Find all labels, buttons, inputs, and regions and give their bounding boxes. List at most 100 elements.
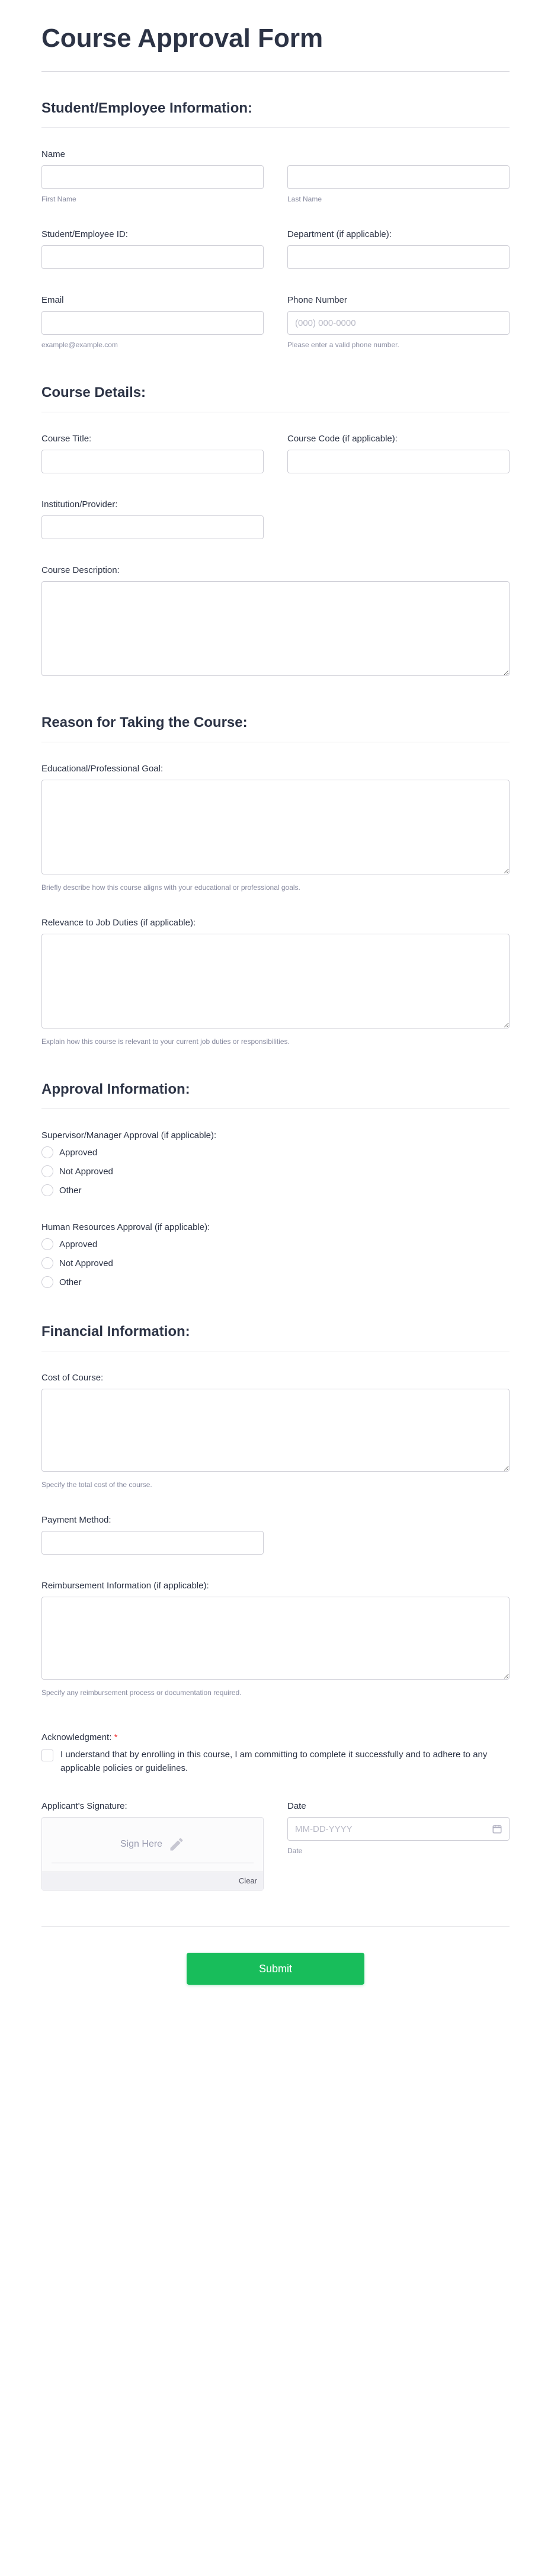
- submit-button[interactable]: Submit: [187, 1953, 364, 1985]
- department-label: Department (if applicable):: [287, 229, 510, 239]
- field-email: Email example@example.com: [41, 295, 264, 349]
- date-label: Date: [287, 1801, 510, 1811]
- reimbursement-sublabel: Specify any reimbursement process or doc…: [41, 1689, 510, 1697]
- section-heading-student: Student/Employee Information:: [41, 100, 510, 128]
- course-code-label: Course Code (if applicable):: [287, 434, 510, 444]
- field-reimbursement: Reimbursement Information (if applicable…: [41, 1581, 510, 1697]
- field-payment: Payment Method:: [41, 1515, 276, 1555]
- section-financial: Financial Information: Cost of Course: S…: [41, 1324, 510, 1697]
- radio-icon: [41, 1146, 53, 1158]
- phone-input[interactable]: [287, 311, 510, 335]
- page-title: Course Approval Form: [41, 24, 510, 53]
- date-input[interactable]: [287, 1817, 510, 1841]
- institution-label: Institution/Provider:: [41, 499, 264, 510]
- checkbox-icon: [41, 1750, 53, 1761]
- course-desc-textarea[interactable]: [41, 581, 510, 676]
- cost-sublabel: Specify the total cost of the course.: [41, 1481, 510, 1489]
- hr-label: Human Resources Approval (if applicable)…: [41, 1222, 510, 1232]
- goal-label: Educational/Professional Goal:: [41, 764, 510, 774]
- cost-textarea[interactable]: [41, 1389, 510, 1472]
- student-id-input[interactable]: [41, 245, 264, 269]
- field-course-code: Course Code (if applicable):: [287, 434, 510, 473]
- field-goal: Educational/Professional Goal: Briefly d…: [41, 764, 510, 892]
- radio-icon: [41, 1257, 53, 1269]
- section-heading-course: Course Details:: [41, 385, 510, 412]
- name-label: Name: [41, 149, 510, 159]
- institution-input[interactable]: [41, 515, 264, 539]
- radio-hr-not-approved[interactable]: Not Approved: [41, 1257, 510, 1269]
- radio-icon: [41, 1184, 53, 1196]
- calendar-icon: [492, 1824, 502, 1834]
- payment-label: Payment Method:: [41, 1515, 264, 1525]
- field-phone: Phone Number Please enter a valid phone …: [287, 295, 510, 349]
- reimbursement-textarea[interactable]: [41, 1597, 510, 1680]
- field-date: Date Date: [287, 1801, 510, 1891]
- submit-row: Submit: [41, 1926, 510, 1985]
- last-name-sublabel: Last Name: [287, 195, 510, 203]
- course-title-input[interactable]: [41, 450, 264, 473]
- radio-label: Approved: [59, 1148, 97, 1158]
- email-input[interactable]: [41, 311, 264, 335]
- relevance-label: Relevance to Job Duties (if applicable):: [41, 918, 510, 928]
- signature-label: Applicant's Signature:: [41, 1801, 264, 1811]
- ack-text: I understand that by enrolling in this c…: [60, 1748, 510, 1775]
- radio-hr-other[interactable]: Other: [41, 1276, 510, 1288]
- field-department: Department (if applicable):: [287, 229, 510, 269]
- field-course-desc: Course Description:: [41, 565, 510, 679]
- student-id-label: Student/Employee ID:: [41, 229, 264, 239]
- section-heading-financial: Financial Information:: [41, 1324, 510, 1351]
- goal-textarea[interactable]: [41, 780, 510, 874]
- radio-sup-not-approved[interactable]: Not Approved: [41, 1165, 510, 1177]
- cost-label: Cost of Course:: [41, 1373, 510, 1383]
- email-label: Email: [41, 295, 264, 305]
- field-acknowledgment: Acknowledgment: * I understand that by e…: [41, 1732, 510, 1775]
- section-heading-reason: Reason for Taking the Course:: [41, 715, 510, 742]
- payment-input[interactable]: [41, 1531, 264, 1555]
- radio-label: Not Approved: [59, 1258, 113, 1268]
- goal-sublabel: Briefly describe how this course aligns …: [41, 883, 510, 892]
- relevance-textarea[interactable]: [41, 934, 510, 1029]
- radio-label: Other: [59, 1186, 82, 1196]
- radio-sup-other[interactable]: Other: [41, 1184, 510, 1196]
- radio-sup-approved[interactable]: Approved: [41, 1146, 510, 1158]
- field-name: Name First Name Last Name: [41, 149, 510, 203]
- radio-icon: [41, 1238, 53, 1250]
- radio-hr-approved[interactable]: Approved: [41, 1238, 510, 1250]
- field-relevance: Relevance to Job Duties (if applicable):…: [41, 918, 510, 1046]
- field-institution: Institution/Provider:: [41, 499, 276, 539]
- field-hr-approval: Human Resources Approval (if applicable)…: [41, 1222, 510, 1288]
- radio-label: Approved: [59, 1239, 97, 1249]
- clear-signature-button[interactable]: Clear: [239, 1876, 257, 1885]
- section-reason: Reason for Taking the Course: Educationa…: [41, 715, 510, 1046]
- field-cost: Cost of Course: Specify the total cost o…: [41, 1373, 510, 1489]
- email-sublabel: example@example.com: [41, 341, 264, 349]
- course-code-input[interactable]: [287, 450, 510, 473]
- ack-label: Acknowledgment: *: [41, 1732, 510, 1742]
- radio-icon: [41, 1276, 53, 1288]
- section-course-details: Course Details: Course Title: Course Cod…: [41, 385, 510, 679]
- phone-sublabel: Please enter a valid phone number.: [287, 341, 510, 349]
- sign-here-text: Sign Here: [120, 1839, 162, 1850]
- reimbursement-label: Reimbursement Information (if applicable…: [41, 1581, 510, 1591]
- last-name-input[interactable]: [287, 165, 510, 189]
- section-signature: Acknowledgment: * I understand that by e…: [41, 1732, 510, 1891]
- supervisor-label: Supervisor/Manager Approval (if applicab…: [41, 1130, 510, 1140]
- section-heading-approval: Approval Information:: [41, 1081, 510, 1109]
- signature-pad[interactable]: Sign Here Clear: [41, 1817, 264, 1891]
- radio-label: Not Approved: [59, 1167, 113, 1177]
- first-name-sublabel: First Name: [41, 195, 264, 203]
- field-supervisor-approval: Supervisor/Manager Approval (if applicab…: [41, 1130, 510, 1196]
- department-input[interactable]: [287, 245, 510, 269]
- field-student-id: Student/Employee ID:: [41, 229, 264, 269]
- course-desc-label: Course Description:: [41, 565, 510, 575]
- pen-icon: [168, 1836, 185, 1853]
- title-divider: [41, 71, 510, 72]
- phone-label: Phone Number: [287, 295, 510, 305]
- course-title-label: Course Title:: [41, 434, 264, 444]
- ack-checkbox-row[interactable]: I understand that by enrolling in this c…: [41, 1748, 510, 1775]
- section-student-info: Student/Employee Information: Name First…: [41, 100, 510, 349]
- first-name-input[interactable]: [41, 165, 264, 189]
- field-course-title: Course Title:: [41, 434, 264, 473]
- radio-label: Other: [59, 1277, 82, 1287]
- section-approval: Approval Information: Supervisor/Manager…: [41, 1081, 510, 1288]
